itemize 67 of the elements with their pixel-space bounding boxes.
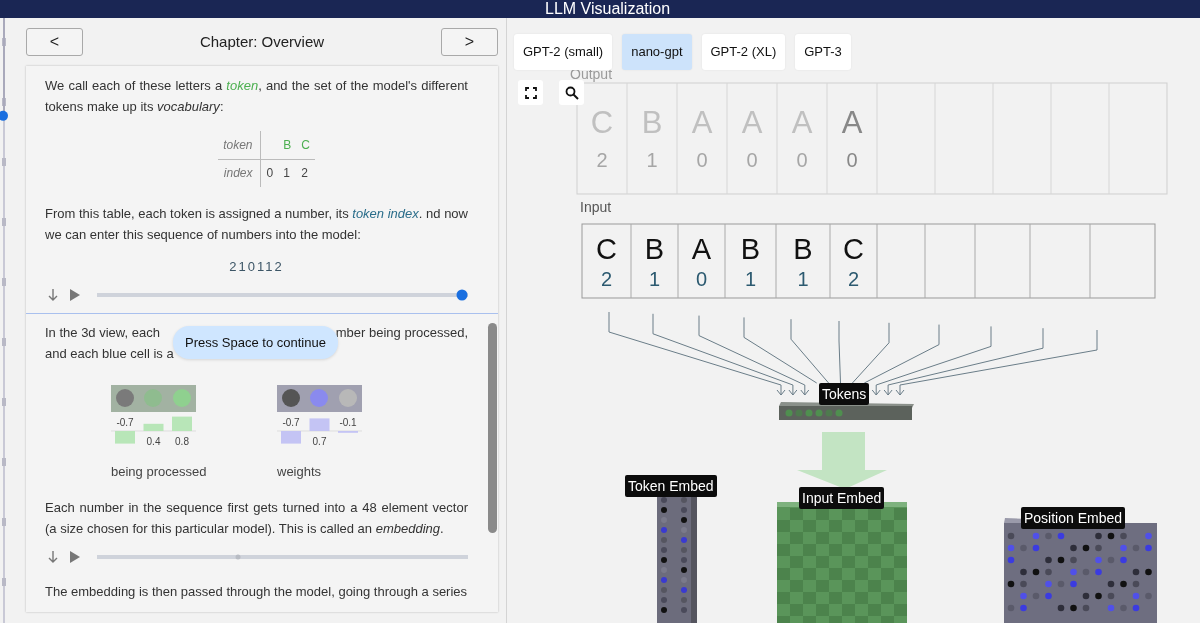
token-letter: B — [793, 233, 813, 265]
model-tab[interactable]: nano-gpt — [622, 34, 692, 70]
token-index: 2 — [600, 268, 613, 290]
paragraph: The embedding is then passed through the model, going through a series — [45, 583, 468, 601]
down-arrow-icon[interactable] — [47, 287, 59, 302]
legend-caption: being processed — [111, 462, 207, 481]
token-letter: B — [644, 233, 665, 265]
text-fragment: In the 3d view, each — [45, 323, 160, 342]
play-icon[interactable] — [69, 287, 81, 302]
value-label: 0.8 — [175, 435, 189, 447]
model-tab[interactable]: GPT-3 — [795, 34, 851, 70]
slider-thumb[interactable] — [456, 289, 468, 300]
play-icon[interactable] — [69, 550, 81, 564]
progress-marker[interactable] — [0, 18, 8, 121]
token-index: 1 — [646, 149, 658, 171]
value-label: -0.7 — [116, 416, 134, 428]
paragraph: From this table, each token is assigned a number, its token index. nd now we can enter this sequence of numbers into the model: — [45, 205, 468, 244]
token-index: 1 — [797, 268, 809, 290]
previous-chapter-button[interactable]: < — [26, 28, 83, 56]
text-fragment: mber being processed, — [335, 323, 468, 342]
chapter-title: Chapter: Overview — [198, 31, 326, 52]
block-label: Position Embed — [1021, 507, 1126, 529]
legend-caption: weights — [277, 462, 322, 481]
slider-thumb[interactable] — [235, 554, 241, 560]
value-label: -0.7 — [282, 416, 300, 428]
block-label: Token Embed — [625, 475, 717, 497]
token-letter: C — [843, 233, 864, 265]
block-label: Input Embed — [799, 487, 885, 509]
down-arrow-icon[interactable] — [47, 550, 59, 564]
index-cell: 1 — [278, 159, 297, 187]
search-icon — [564, 85, 579, 100]
token-letter: A — [691, 233, 712, 265]
value-label: -0.1 — [339, 416, 357, 428]
value-label: 0.7 — [312, 435, 327, 447]
search-button[interactable] — [559, 80, 584, 105]
token-cell: B — [278, 131, 297, 159]
text-fragment: and each blue cell is a — [45, 344, 174, 363]
token-letter: C — [596, 233, 617, 265]
token-letter: B — [740, 233, 761, 265]
block-label: Tokens — [819, 383, 870, 405]
token-letter: A — [841, 105, 863, 140]
app-title: LLM Visualization — [545, 0, 671, 17]
token-index: 0 — [846, 149, 858, 171]
token-index: 1 — [744, 268, 757, 290]
token-index: 0 — [746, 149, 758, 171]
token-index: 1 — [648, 268, 661, 290]
token-index: 0 — [695, 268, 708, 290]
table-row-header: token — [218, 131, 261, 159]
token-index: 0 — [696, 149, 708, 171]
fullscreen-icon — [524, 86, 537, 99]
index-cell: 0 — [261, 159, 279, 187]
index-cell: 2 — [296, 159, 315, 187]
model-tab[interactable]: GPT-2 (XL) — [701, 34, 786, 70]
paragraph: Each number in the sequence first gets turned into a 48 element vector (a size chosen for this particular model). This is called an embedding. — [45, 499, 468, 538]
next-chapter-button[interactable]: > — [441, 28, 498, 56]
value-label: 0.4 — [146, 435, 161, 447]
token-index: 2 — [847, 268, 860, 290]
token-cell: C — [296, 131, 315, 159]
scrollbar[interactable] — [488, 323, 497, 533]
model-tab[interactable]: GPT-2 (small) — [514, 34, 613, 70]
input-label: Input — [580, 199, 612, 215]
token-index: 2 — [596, 149, 608, 171]
token-index: 0 — [796, 149, 808, 171]
table-row-header: index — [218, 159, 261, 187]
token-sequence: 210112 — [229, 259, 284, 274]
paragraph: We call each of these letters a token, and the set of the model's different tokens make up its vocabulary: — [45, 77, 468, 116]
fullscreen-button[interactable] — [518, 80, 543, 105]
